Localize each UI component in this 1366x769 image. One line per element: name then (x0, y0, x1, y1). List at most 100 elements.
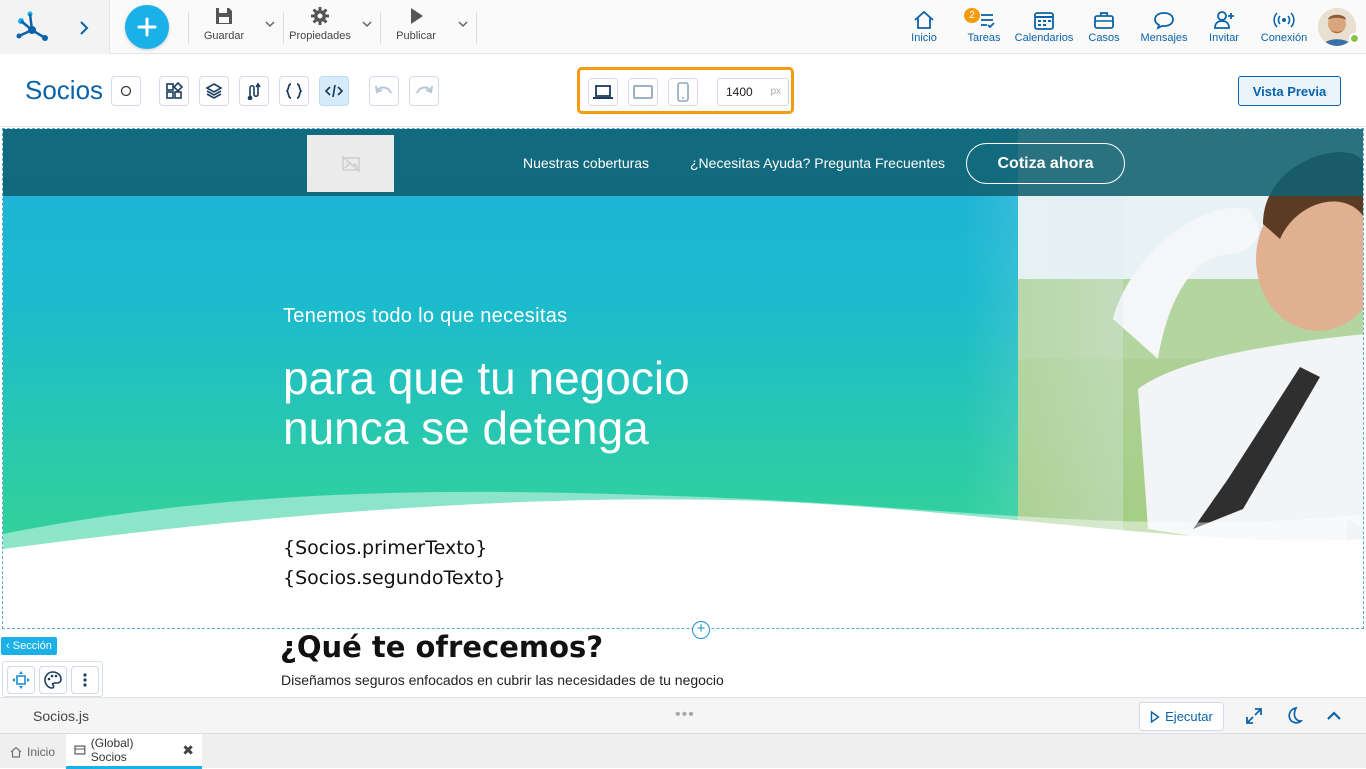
toolbar-divider (283, 12, 284, 44)
quote-button[interactable]: Cotiza ahora (966, 143, 1125, 184)
toolbar-divider (380, 12, 381, 44)
toolbar-divider (188, 12, 189, 44)
chat-icon (1154, 12, 1174, 30)
page-status-button[interactable] (111, 76, 141, 106)
save-button[interactable]: Guardar (204, 6, 244, 48)
nav-cases-label: Casos (1088, 32, 1120, 44)
section-more-button[interactable] (71, 666, 99, 694)
hero-subtitle: Tenemos todo lo que necesitas (283, 305, 568, 327)
calendar-icon (1034, 12, 1054, 30)
gear-icon (311, 7, 329, 25)
width-input[interactable]: 1400 px (717, 78, 789, 106)
nav-calendars[interactable]: Calendarios (1013, 6, 1075, 48)
properties-dropdown-chevron-icon[interactable] (361, 17, 375, 31)
document-tabs: Inicio (Global) Socios ✖ (0, 733, 1366, 769)
laptop-icon (593, 85, 613, 99)
undo-button[interactable] (369, 76, 399, 106)
resize-handle-icon[interactable]: ••• (675, 706, 695, 724)
run-button[interactable]: Ejecutar (1139, 702, 1224, 731)
nav-home[interactable]: Inicio (905, 6, 943, 48)
publish-button[interactable]: Publicar (395, 6, 437, 48)
nav-connection[interactable]: Conexión (1259, 6, 1309, 48)
more-vertical-icon (83, 673, 87, 687)
style-section-button[interactable] (39, 666, 67, 694)
app-bar: Guardar Propiedades Publicar Inicio Tare… (0, 0, 1366, 54)
offer-subtitle: Diseñamos seguros enfocados en cubrir la… (281, 672, 724, 688)
image-placeholder-icon (341, 155, 360, 172)
page-icon (74, 745, 86, 755)
editor-toolbar: Socios 1400 px Vista Previa (0, 55, 1366, 127)
redo-button[interactable] (409, 76, 439, 106)
undo-icon (375, 85, 392, 94)
save-dropdown-chevron-icon[interactable] (264, 17, 278, 31)
code-panel-bar: Socios.js ••• Ejecutar (0, 697, 1366, 733)
add-user-icon (1214, 11, 1234, 29)
home-icon (10, 746, 22, 758)
widgets-icon (166, 82, 183, 99)
nav-cases[interactable]: Casos (1086, 6, 1122, 48)
flow-icon (247, 82, 261, 100)
expand-chevron-icon[interactable] (76, 15, 92, 39)
device-size-group: 1400 px (577, 67, 794, 114)
bind-second-text[interactable]: {Socios.segundoTexto} (283, 567, 506, 589)
nav-invite-label: Invitar (1209, 32, 1239, 44)
circle-icon (120, 85, 132, 97)
section-label[interactable]: ‹ Sección (1, 637, 57, 655)
nav-invite[interactable]: Invitar (1206, 6, 1242, 48)
width-value: 1400 (726, 85, 753, 99)
preview-button[interactable]: Vista Previa (1238, 76, 1341, 106)
hero-title-line2: nunca se detenga (283, 402, 649, 454)
hero-title-line1: para que tu negocio (283, 352, 690, 404)
components-button[interactable] (159, 76, 189, 106)
home-icon (914, 10, 934, 29)
expand-icon[interactable] (1244, 706, 1264, 726)
braces-icon (285, 83, 303, 99)
add-section-button[interactable]: + (692, 621, 710, 639)
play-icon (411, 8, 423, 24)
tab-global-socios[interactable]: (Global) Socios ✖ (66, 734, 202, 769)
bind-first-text[interactable]: {Socios.primerTexto} (283, 537, 487, 559)
online-status-dot (1349, 33, 1360, 44)
properties-button[interactable]: Propiedades (289, 6, 351, 48)
hero-title: para que tu negocio nunca se detenga (283, 353, 843, 453)
desktop-view-button[interactable] (588, 78, 618, 106)
section-label-text: Sección (12, 640, 52, 652)
create-button[interactable] (125, 5, 169, 49)
nav-coverage-link[interactable]: Nuestras coberturas (523, 155, 649, 171)
publish-label: Publicar (396, 30, 436, 42)
connection-icon (1273, 12, 1295, 28)
publish-dropdown-chevron-icon[interactable] (457, 17, 471, 31)
offer-title: ¿Qué te ofrecemos? (280, 630, 604, 664)
code-button[interactable] (319, 76, 349, 106)
dark-mode-icon[interactable] (1284, 706, 1304, 726)
data-button[interactable] (279, 76, 309, 106)
hero-section[interactable]: Nuestras coberturas ¿Necesitas Ayuda? Pr… (2, 128, 1364, 629)
page-title: Socios (25, 75, 104, 105)
width-unit: px (770, 86, 781, 97)
code-icon (325, 84, 343, 98)
layers-button[interactable] (199, 76, 229, 106)
mobile-view-button[interactable] (668, 78, 698, 106)
chevron-up-icon[interactable] (1324, 706, 1344, 726)
tablet-icon (633, 85, 653, 99)
nav-home-label: Inicio (911, 32, 937, 44)
nav-messages[interactable]: Mensajes (1138, 6, 1190, 48)
hero-wave (3, 491, 1363, 628)
close-tab-icon[interactable]: ✖ (182, 742, 194, 759)
events-button[interactable] (239, 76, 269, 106)
design-canvas[interactable]: Nuestras coberturas ¿Necesitas Ayuda? Pr… (0, 128, 1366, 697)
tablet-view-button[interactable] (628, 78, 658, 106)
play-outline-icon (1150, 710, 1160, 723)
site-logo-placeholder[interactable] (307, 135, 394, 192)
app-logo-icon[interactable] (14, 9, 50, 45)
move-section-button[interactable] (7, 666, 35, 694)
briefcase-icon (1094, 12, 1114, 29)
move-icon (12, 671, 30, 689)
nav-connection-label: Conexión (1260, 32, 1308, 44)
chevron-left-icon: ‹ (6, 640, 10, 652)
tab-home[interactable]: Inicio (2, 734, 63, 769)
palette-icon (44, 671, 62, 689)
nav-faq-link[interactable]: ¿Necesitas Ayuda? Pregunta Frecuentes (690, 155, 945, 171)
logo-area (0, 0, 110, 54)
code-file-name[interactable]: Socios.js (33, 708, 89, 724)
